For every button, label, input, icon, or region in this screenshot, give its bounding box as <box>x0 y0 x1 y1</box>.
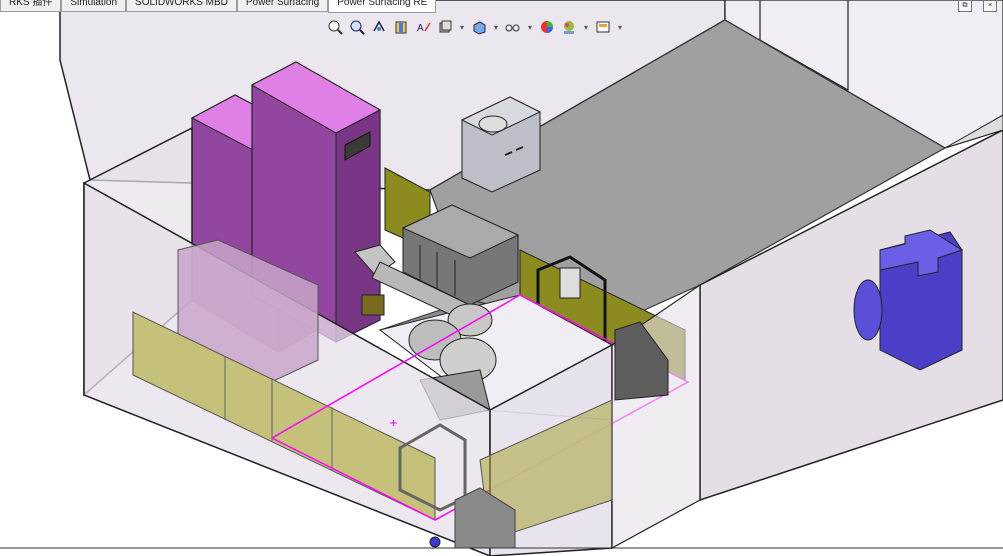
tab-power-surfacing-re[interactable]: Power Surfacing RE <box>328 0 437 13</box>
view-orientation-dropdown-icon[interactable]: ▾ <box>458 23 466 32</box>
apply-scene-icon[interactable] <box>560 18 578 36</box>
tab-solidworks-mbd[interactable]: SOLIDWORKS MBD <box>126 0 237 12</box>
hide-show-dropdown-icon[interactable]: ▾ <box>526 23 534 32</box>
close-window-icon[interactable]: × <box>983 0 997 12</box>
section-view-icon[interactable] <box>392 18 410 36</box>
tab-power-surfacing[interactable]: Power Surfacing <box>236 0 329 12</box>
svg-text:A: A <box>417 23 424 34</box>
heads-up-view-toolbar: A ▾ ▾ ▾ ▾ ▾ <box>326 16 624 38</box>
view-settings-icon[interactable] <box>594 18 612 36</box>
display-style-icon[interactable] <box>470 18 488 36</box>
origin-marker <box>429 536 441 548</box>
display-style-dropdown-icon[interactable]: ▾ <box>492 23 500 32</box>
graphics-area[interactable] <box>0 0 1003 556</box>
edit-appearance-icon[interactable] <box>538 18 556 36</box>
tab-rks-plugin[interactable]: RKS 插件 <box>0 0 62 12</box>
zoom-to-fit-icon[interactable] <box>326 18 344 36</box>
view-orientation-icon[interactable] <box>436 18 454 36</box>
view-settings-dropdown-icon[interactable]: ▾ <box>616 23 624 32</box>
dynamic-annotation-icon[interactable]: A <box>414 18 432 36</box>
zoom-to-area-icon[interactable] <box>348 18 366 36</box>
tab-simulation[interactable]: Simulation <box>61 0 127 12</box>
apply-scene-dropdown-icon[interactable]: ▾ <box>582 23 590 32</box>
command-manager-tabs: RKS 插件 Simulation SOLIDWORKS MBD Power S… <box>0 0 437 13</box>
hide-show-items-icon[interactable] <box>504 18 522 36</box>
restore-window-icon[interactable]: ⧉ <box>958 0 972 12</box>
previous-view-icon[interactable] <box>370 18 388 36</box>
